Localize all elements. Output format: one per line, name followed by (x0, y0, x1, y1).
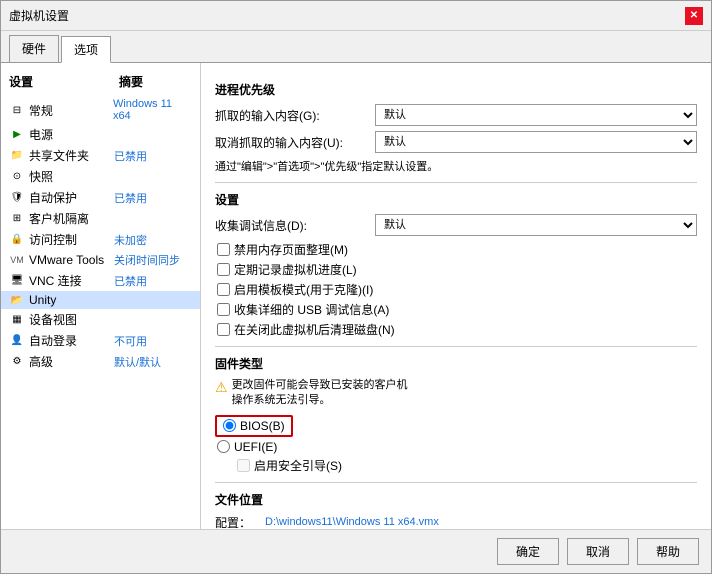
bios-radio-row-highlighted: BIOS(B) (215, 415, 293, 437)
bios-radio[interactable] (223, 419, 236, 432)
checkbox-log-progress[interactable] (217, 263, 230, 276)
settings-list-panel: 设置 摘要 ⊟ 常规 Windows 11 x64 ▶ 电源 📁 共享文件夹 已… (1, 63, 201, 529)
debug-select[interactable]: 默认 (375, 214, 697, 236)
divider-2 (215, 346, 697, 347)
auto-protect-icon: 🛡 (9, 191, 25, 205)
capture-row: 抓取的输入内容(G): 默认 (215, 104, 697, 126)
sidebar-item-guest-isolation[interactable]: ⊞ 客户机隔离 (1, 208, 200, 229)
checkbox-row-0: 禁用内存页面整理(M) (215, 241, 697, 258)
cancel-button[interactable]: 取消 (567, 538, 629, 565)
sidebar-item-general[interactable]: ⊟ 常规 Windows 11 x64 (1, 96, 200, 124)
checkbox-memory-trim[interactable] (217, 243, 230, 256)
checkbox-clean-disk-label: 在关闭此虚拟机后清理磁盘(N) (234, 321, 395, 338)
general-icon: ⊟ (9, 103, 25, 117)
firmware-warning-text: 更改固件可能会导致已安装的客户机操作系统无法引导。 (232, 378, 408, 409)
firmware-title: 固件类型 (215, 355, 697, 372)
sidebar-item-advanced[interactable]: ⚙ 高级 默认/默认 (1, 351, 200, 372)
power-icon: ▶ (9, 128, 25, 142)
warning-icon: ⚠ (215, 379, 228, 396)
title-bar: 虚拟机设置 ✕ (1, 1, 711, 31)
secure-boot-checkbox[interactable] (237, 459, 250, 472)
autologon-icon: 👤 (9, 334, 25, 348)
advanced-icon: ⚙ (9, 355, 25, 369)
bios-label: BIOS(B) (240, 419, 285, 433)
snapshot-icon: ⊙ (9, 170, 25, 184)
dialog-title: 虚拟机设置 (9, 7, 69, 24)
uefi-radio-row: UEFI(E) (215, 440, 697, 454)
secure-boot-label: 启用安全引导(S) (254, 457, 342, 474)
checkbox-row-3: 收集详细的 USB 调试信息(A) (215, 301, 697, 318)
unity-icon: 📂 (9, 293, 25, 307)
sidebar-item-access-control[interactable]: 🔒 访问控制 未加密 (1, 229, 200, 250)
shared-folders-icon: 📁 (9, 149, 25, 163)
sidebar-item-shared-folders[interactable]: 📁 共享文件夹 已禁用 (1, 145, 200, 166)
sidebar-item-auto-protect[interactable]: 🛡 自动保护 已禁用 (1, 187, 200, 208)
sidebar-item-snapshot[interactable]: ⊙ 快照 (1, 166, 200, 187)
config-file-row: 配置： D:\windows11\Windows 11 x64.vmx (215, 514, 697, 529)
divider-1 (215, 182, 697, 183)
device-view-icon: ▦ (9, 313, 25, 327)
ok-button[interactable]: 确定 (497, 538, 559, 565)
tab-options[interactable]: 选项 (61, 36, 111, 63)
secure-boot-row: 启用安全引导(S) (215, 457, 697, 474)
uefi-label: UEFI(E) (234, 440, 277, 454)
access-control-icon: 🔒 (9, 233, 25, 247)
settings-section-title: 设置 (215, 191, 697, 208)
checkbox-row-4: 在关闭此虚拟机后清理磁盘(N) (215, 321, 697, 338)
right-settings-panel: 进程优先级 抓取的输入内容(G): 默认 取消抓取的输入内容(U): 默认 通过… (201, 63, 711, 529)
virtual-machine-settings-dialog: 虚拟机设置 ✕ 硬件 选项 设置 摘要 ⊟ 常规 Windows 11 x64 … (0, 0, 712, 574)
checkbox-clean-disk[interactable] (217, 323, 230, 336)
checkbox-usb-debug[interactable] (217, 303, 230, 316)
checkbox-template-mode[interactable] (217, 283, 230, 296)
firmware-warning-row: ⚠ 更改固件可能会导致已安装的客户机操作系统无法引导。 (215, 378, 697, 409)
checkbox-log-progress-label: 定期记录虚拟机进度(L) (234, 261, 357, 278)
debug-row: 收集调试信息(D): 默认 (215, 214, 697, 236)
checkbox-row-1: 定期记录虚拟机进度(L) (215, 261, 697, 278)
file-location-section: 文件位置 配置： D:\windows11\Windows 11 x64.vmx… (215, 491, 697, 529)
vmware-tools-icon: VM (9, 253, 25, 267)
checkbox-template-mode-label: 启用模板模式(用于克隆)(I) (234, 281, 373, 298)
release-select[interactable]: 默认 (375, 131, 697, 153)
capture-select[interactable]: 默认 (375, 104, 697, 126)
bottom-bar: 确定 取消 帮助 (1, 529, 711, 573)
file-location-title: 文件位置 (215, 491, 697, 508)
tab-hardware[interactable]: 硬件 (9, 35, 59, 62)
config-value: D:\windows11\Windows 11 x64.vmx (265, 516, 697, 528)
sidebar-item-power[interactable]: ▶ 电源 (1, 124, 200, 145)
priority-note: 通过"编辑">"首选项">"优先级"指定默认设置。 (215, 158, 697, 174)
sidebar-item-unity[interactable]: 📂 Unity (1, 291, 200, 309)
vnc-icon: 🖥 (9, 274, 25, 288)
sidebar-item-autologon[interactable]: 👤 自动登录 不可用 (1, 330, 200, 351)
main-content: 设置 摘要 ⊟ 常规 Windows 11 x64 ▶ 电源 📁 共享文件夹 已… (1, 63, 711, 529)
guest-isolation-icon: ⊞ (9, 212, 25, 226)
config-label: 配置： (215, 514, 265, 529)
firmware-section: 固件类型 ⚠ 更改固件可能会导致已安装的客户机操作系统无法引导。 BIOS(B)… (215, 355, 697, 474)
debug-label: 收集调试信息(D): (215, 217, 375, 234)
capture-label: 抓取的输入内容(G): (215, 107, 375, 124)
uefi-radio[interactable] (217, 440, 230, 453)
sidebar-item-vmware-tools[interactable]: VM VMware Tools 关闭时间同步 (1, 250, 200, 270)
checkbox-memory-trim-label: 禁用内存页面整理(M) (234, 241, 348, 258)
sidebar-item-device-view[interactable]: ▦ 设备视图 (1, 309, 200, 330)
close-button[interactable]: ✕ (685, 7, 703, 25)
tabs-container: 硬件 选项 (1, 31, 711, 63)
release-label: 取消抓取的输入内容(U): (215, 134, 375, 151)
divider-3 (215, 482, 697, 483)
checkbox-usb-debug-label: 收集详细的 USB 调试信息(A) (234, 301, 389, 318)
help-button[interactable]: 帮助 (637, 538, 699, 565)
sidebar-item-vnc[interactable]: 🖥 VNC 连接 已禁用 (1, 270, 200, 291)
process-priority-title: 进程优先级 (215, 81, 697, 98)
release-row: 取消抓取的输入内容(U): 默认 (215, 131, 697, 153)
list-header: 设置 摘要 (1, 71, 200, 92)
checkbox-row-2: 启用模板模式(用于克隆)(I) (215, 281, 697, 298)
